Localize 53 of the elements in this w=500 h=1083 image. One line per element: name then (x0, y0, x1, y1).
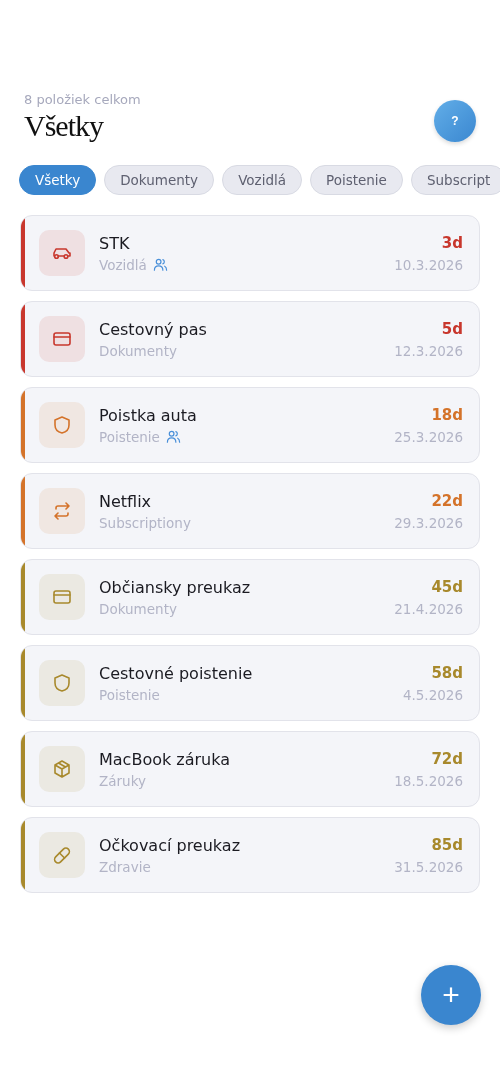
item-category: Poistenie (99, 686, 160, 703)
filter-chip[interactable]: Poistenie (310, 165, 403, 195)
pill-icon (51, 844, 73, 866)
filter-chip[interactable]: Dokumenty (104, 165, 215, 195)
item-card[interactable]: STK Vozidlá 3d 10.3.2026 (20, 215, 480, 291)
item-title: Cestovné poistenie (99, 663, 254, 683)
days-left: 18d (430, 405, 463, 424)
item-card[interactable]: Cestovné poistenie Poistenie 58d 4.5.2026 (20, 645, 480, 721)
filter-chip[interactable]: Vozidlá (222, 165, 302, 195)
due-date: 12.3.2026 (394, 342, 463, 359)
repeat-arrows-icon (51, 500, 73, 522)
days-left: 3d (440, 233, 463, 252)
item-title: Cestovný pas (99, 319, 208, 339)
item-title: Netflix (99, 491, 153, 511)
item-title: Očkovací preukaz (99, 835, 242, 855)
due-date: 18.5.2026 (394, 772, 463, 789)
due-date: 25.3.2026 (394, 428, 463, 445)
item-category: Zdravie (99, 858, 151, 875)
item-category: Dokumenty (99, 600, 177, 617)
item-card[interactable]: Občiansky preukaz Dokumenty 45d 21.4.2026 (20, 559, 480, 635)
add-button[interactable]: + (421, 965, 481, 1025)
item-title: Občiansky preukaz (99, 577, 252, 597)
page-title: Všetky (24, 109, 105, 143)
item-category: Dokumenty (99, 342, 177, 359)
item-title: MacBook záruka (99, 749, 232, 769)
due-date: 21.4.2026 (394, 600, 463, 617)
due-date: 29.3.2026 (394, 514, 463, 531)
days-left: 45d (430, 577, 463, 596)
item-card[interactable]: Netflix Subscriptiony 22d 29.3.2026 (20, 473, 480, 549)
item-category: Subscriptiony (99, 514, 191, 531)
item-card[interactable]: Poistka auta Poistenie 18d 25.3.2026 (20, 387, 480, 463)
filter-chip[interactable]: Subscript (410, 165, 500, 195)
days-left: 58d (430, 663, 463, 682)
item-title: Poistka auta (99, 405, 198, 425)
days-left: 72d (430, 749, 463, 768)
box-icon (51, 758, 73, 780)
due-date: 4.5.2026 (402, 686, 463, 703)
item-title: STK (99, 233, 131, 253)
shield-icon (51, 672, 73, 694)
days-left: 5d (440, 319, 463, 338)
shield-icon (51, 414, 73, 436)
item-count: 8 položiek celkom (24, 92, 141, 107)
item-category: Záruky (99, 772, 146, 789)
days-left: 85d (430, 835, 463, 854)
item-card[interactable]: MacBook záruka Záruky 72d 18.5.2026 (20, 731, 480, 807)
due-date: 31.5.2026 (394, 858, 463, 875)
due-date: 10.3.2026 (394, 256, 463, 273)
item-card[interactable]: Cestovný pas Dokumenty 5d 12.3.2026 (20, 301, 480, 377)
item-card[interactable]: Očkovací preukaz Zdravie 85d 31.5.2026 (20, 817, 480, 893)
days-left: 22d (430, 491, 463, 510)
filter-chip[interactable]: Všetky (19, 165, 97, 195)
item-category: Poistenie (99, 428, 160, 445)
item-category: Vozidlá (99, 256, 147, 273)
